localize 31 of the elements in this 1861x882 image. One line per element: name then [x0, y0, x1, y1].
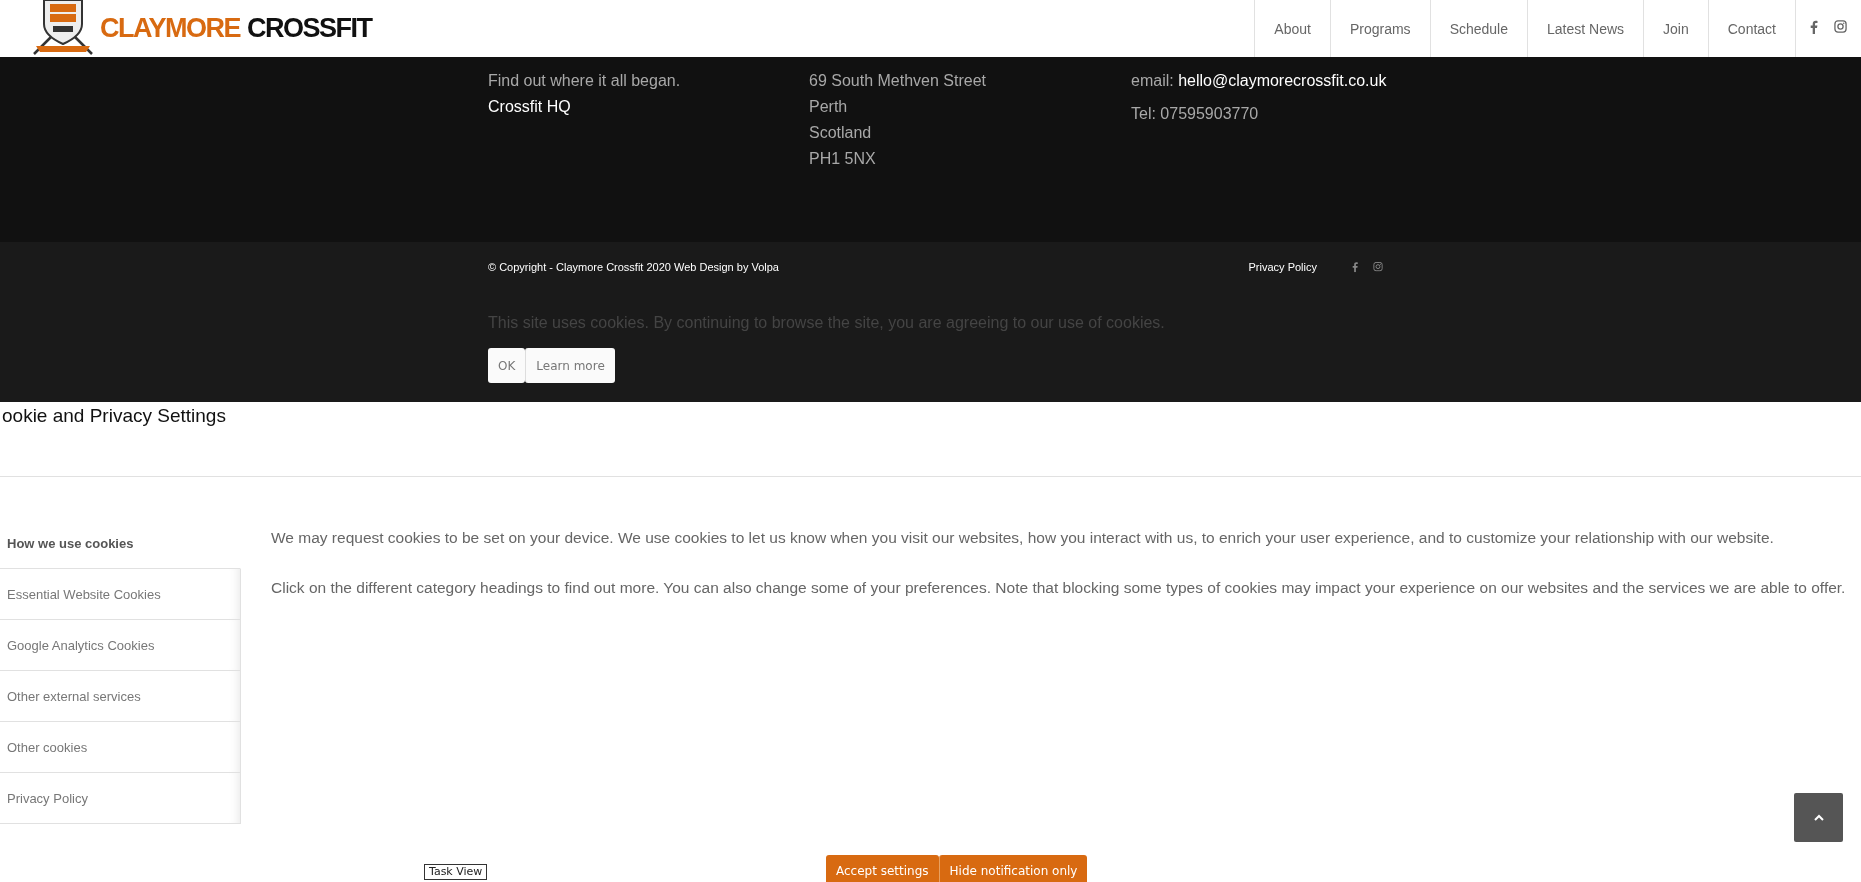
address-line: PH1 5NX [809, 149, 877, 169]
tooltip: Task View [424, 864, 488, 880]
email-link[interactable]: hello@claymorecrossfit.co.uk [1178, 72, 1387, 89]
crossfit-hq-link[interactable]: Crossfit HQ [488, 98, 571, 115]
logo-text: CROSSFIT [247, 15, 372, 42]
facebook-icon[interactable] [1352, 261, 1359, 273]
caret-up-icon [1813, 814, 1824, 821]
info-paragraph: We may request cookies to be set on your device. We use cookies to let us know when you visit our websites, how you interact with us, to enrich your user experience, and to customize your relationship with our website. [271, 528, 1775, 548]
copyright-text: © Copyright - Claymore Crossfit 2020 Web Design by Volpa [488, 261, 779, 273]
modal-button[interactable]: Accept settings [826, 855, 939, 882]
modal-button[interactable]: Hide notification only [938, 855, 1088, 882]
privacy-policy-link[interactable]: Privacy Policy [1248, 261, 1317, 273]
email-label: email: [1131, 72, 1174, 89]
address-line: 69 South Methven Street [809, 71, 987, 91]
settings-tab[interactable]: Privacy Policy [0, 773, 241, 824]
phone-text: Tel: 07595903770 [1131, 104, 1260, 124]
cookie-button[interactable]: Learn more [525, 348, 615, 383]
settings-tab[interactable]: Other external services [0, 671, 241, 722]
settings-tab[interactable]: Other cookies [0, 722, 241, 773]
modal-title: ookie and Privacy Settings [1, 404, 226, 428]
footer-text: Find out where it all began. Crossfit HQ [488, 71, 682, 117]
facebook-icon[interactable] [1810, 19, 1818, 34]
settings-tab[interactable]: How we use cookies [0, 518, 241, 569]
address-line: Scotland [809, 123, 873, 143]
logo-text: CLAYMORE [100, 15, 241, 42]
settings-tab[interactable]: Google Analytics Cookies [0, 620, 241, 671]
settings-tab[interactable]: Essential Website Cookies [0, 569, 241, 620]
info-paragraph: Click on the different category headings to find out more. You can also change some of your preferences. Note that blocking some types of cookies may impact your experience on our websites and the services we are able to offer. [271, 578, 1847, 598]
instagram-icon[interactable] [1834, 20, 1847, 33]
address-line: Perth [809, 97, 849, 117]
cookie-button[interactable]: OK [488, 348, 526, 383]
